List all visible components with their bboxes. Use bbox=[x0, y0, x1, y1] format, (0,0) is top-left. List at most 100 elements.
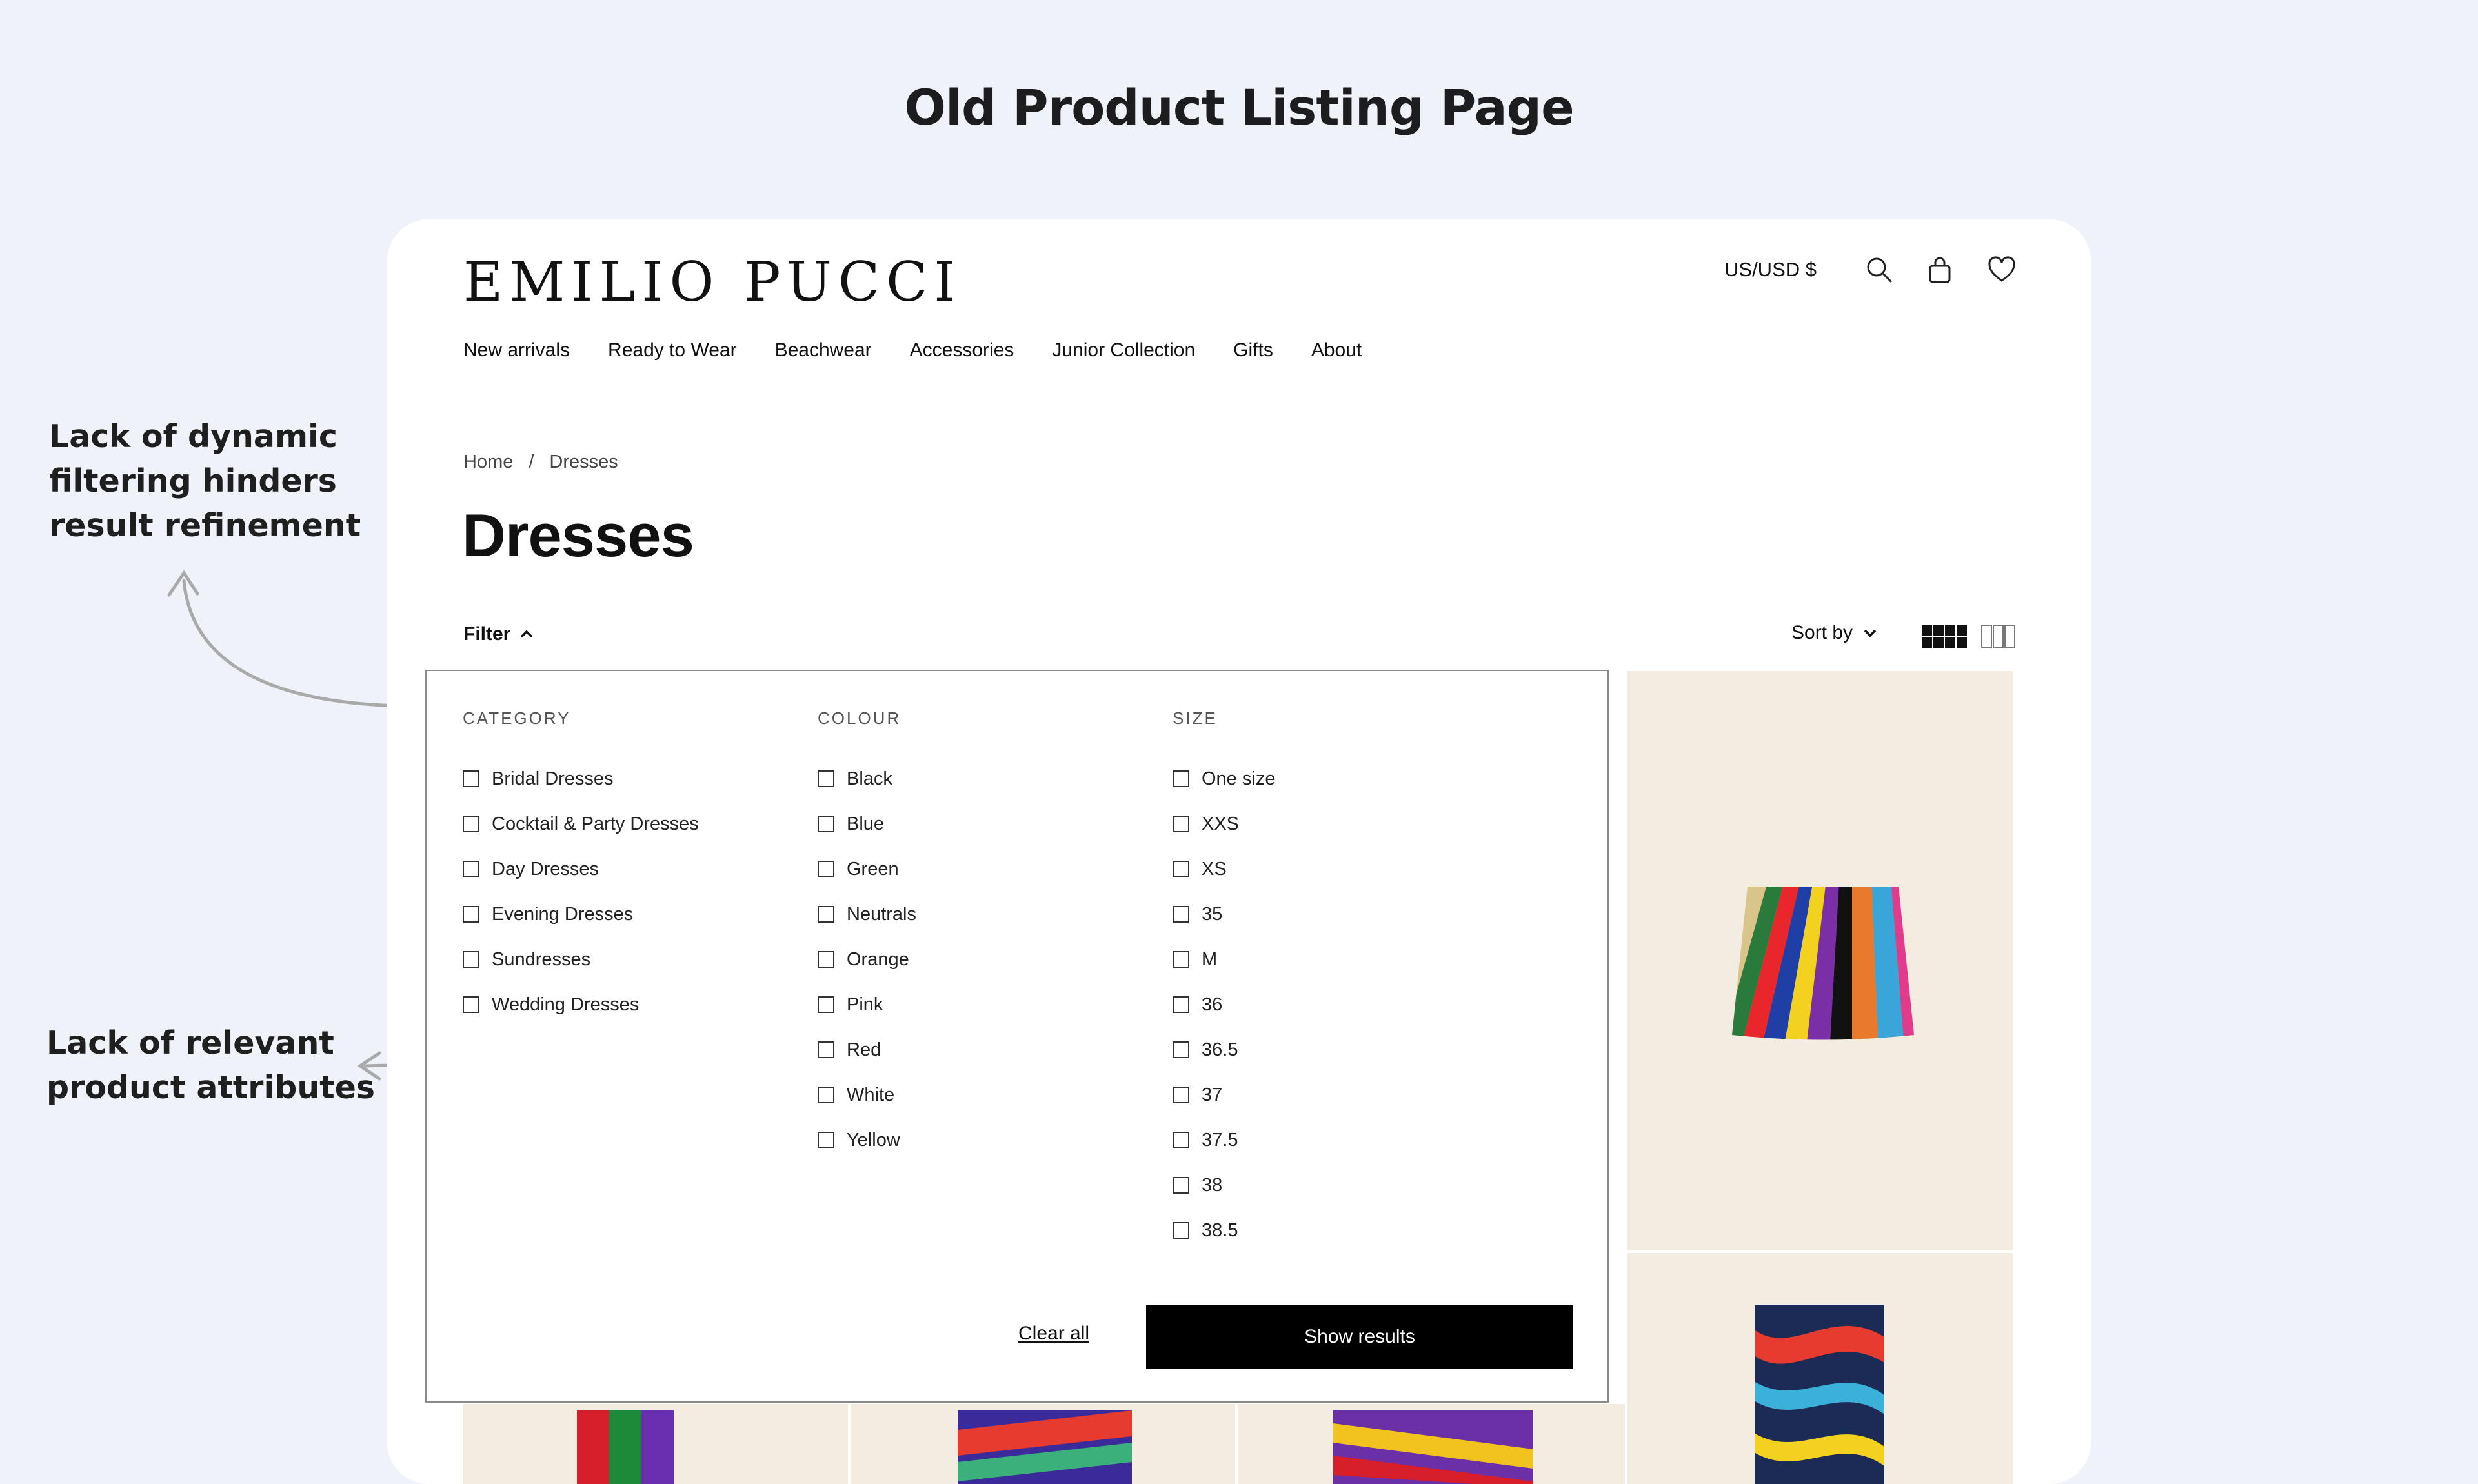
product-tile[interactable] bbox=[1627, 1253, 2013, 1484]
checkbox[interactable] bbox=[463, 906, 479, 923]
checkbox[interactable] bbox=[1173, 861, 1189, 877]
checkbox[interactable] bbox=[1173, 1087, 1189, 1103]
checkbox[interactable] bbox=[818, 1087, 834, 1103]
filter-panel: CATEGORY Bridal Dresses Cocktail & Party… bbox=[425, 670, 1609, 1403]
product-tile[interactable] bbox=[1238, 1404, 1625, 1484]
filter-option-label: 37.5 bbox=[1202, 1129, 1238, 1150]
nav-new-arrivals[interactable]: New arrivals bbox=[463, 339, 570, 361]
filter-option[interactable]: 37 bbox=[1173, 1072, 1275, 1118]
browser-card: EMILIO PUCCI US/USD $ New arrivals Ready… bbox=[387, 219, 2091, 1484]
filter-option[interactable]: 36.5 bbox=[1173, 1027, 1275, 1072]
filter-option[interactable]: Blue bbox=[818, 801, 916, 847]
filter-category: CATEGORY Bridal Dresses Cocktail & Party… bbox=[463, 708, 699, 1027]
filter-option[interactable]: Cocktail & Party Dresses bbox=[463, 801, 699, 847]
filter-options-size[interactable]: One size XXS XS 35 M 36 36.5 37 37.5 38 … bbox=[1173, 756, 1275, 1247]
product-tile[interactable] bbox=[463, 1404, 848, 1484]
filter-option[interactable]: 37.5 bbox=[1173, 1118, 1275, 1163]
filter-option-label: Green bbox=[847, 858, 899, 879]
checkbox[interactable] bbox=[1173, 1177, 1189, 1194]
locale-selector[interactable]: US/USD $ bbox=[1724, 258, 1817, 281]
checkbox[interactable] bbox=[818, 906, 834, 923]
checkbox[interactable] bbox=[1173, 1132, 1189, 1148]
chevron-up-icon bbox=[521, 630, 533, 638]
filter-option[interactable]: XS bbox=[1173, 847, 1275, 892]
filter-option[interactable]: XXS bbox=[1173, 801, 1275, 847]
checkbox[interactable] bbox=[818, 861, 834, 877]
product-image-skirt bbox=[1732, 887, 1914, 1040]
filter-option[interactable]: 35 bbox=[1173, 892, 1275, 937]
filter-option[interactable]: Sundresses bbox=[463, 937, 699, 982]
checkbox[interactable] bbox=[818, 1132, 834, 1148]
filter-option-label: White bbox=[847, 1084, 895, 1105]
filter-option[interactable]: Wedding Dresses bbox=[463, 982, 699, 1027]
checkbox[interactable] bbox=[818, 951, 834, 968]
checkbox[interactable] bbox=[818, 996, 834, 1013]
checkbox[interactable] bbox=[463, 861, 479, 877]
checkbox[interactable] bbox=[463, 996, 479, 1013]
brand-logo[interactable]: EMILIO PUCCI bbox=[463, 250, 962, 314]
filter-option-label: Neutrals bbox=[847, 903, 916, 925]
checkbox[interactable] bbox=[1173, 1222, 1189, 1239]
checkbox[interactable] bbox=[1173, 770, 1189, 787]
heart-icon[interactable] bbox=[1986, 254, 2017, 285]
nav-beachwear[interactable]: Beachwear bbox=[775, 339, 872, 361]
nav-junior-collection[interactable]: Junior Collection bbox=[1052, 339, 1195, 361]
checkbox[interactable] bbox=[1173, 1041, 1189, 1058]
bag-icon[interactable] bbox=[1924, 254, 1955, 285]
filter-option[interactable]: Day Dresses bbox=[463, 847, 699, 892]
filter-toggle[interactable]: Filter bbox=[463, 623, 535, 645]
show-results-button[interactable]: Show results bbox=[1146, 1305, 1573, 1369]
checkbox[interactable] bbox=[818, 1041, 834, 1058]
filter-option-label: M bbox=[1202, 948, 1218, 970]
connector-arrow-1 bbox=[182, 579, 403, 708]
filter-option[interactable]: 38 bbox=[1173, 1163, 1275, 1208]
product-tile[interactable] bbox=[1627, 671, 2013, 1250]
filter-option-label: 38 bbox=[1202, 1174, 1223, 1196]
product-tile[interactable] bbox=[851, 1404, 1235, 1484]
search-icon[interactable] bbox=[1864, 254, 1895, 285]
breadcrumb-current: Dresses bbox=[549, 452, 618, 472]
filter-option[interactable]: Orange bbox=[818, 937, 916, 982]
nav-gifts[interactable]: Gifts bbox=[1233, 339, 1273, 361]
filter-option[interactable]: 36 bbox=[1173, 982, 1275, 1027]
filter-heading-category: CATEGORY bbox=[463, 708, 571, 728]
sort-by-dropdown[interactable]: Sort by bbox=[1791, 622, 1879, 644]
clear-all-link[interactable]: Clear all bbox=[1018, 1323, 1089, 1345]
nav-ready-to-wear[interactable]: Ready to Wear bbox=[608, 339, 737, 361]
filter-option[interactable]: Black bbox=[818, 756, 916, 801]
filter-option[interactable]: Bridal Dresses bbox=[463, 756, 699, 801]
breadcrumb: Home / Dresses bbox=[463, 452, 618, 473]
filter-option[interactable]: Pink bbox=[818, 982, 916, 1027]
filter-option[interactable]: Green bbox=[818, 847, 916, 892]
checkbox[interactable] bbox=[463, 816, 479, 832]
filter-option[interactable]: 38.5 bbox=[1173, 1208, 1275, 1247]
filter-option[interactable]: Yellow bbox=[818, 1118, 916, 1163]
checkbox[interactable] bbox=[1173, 951, 1189, 968]
filter-option-label: Bridal Dresses bbox=[492, 768, 614, 789]
filter-option[interactable]: Red bbox=[818, 1027, 916, 1072]
filter-option[interactable]: M bbox=[1173, 937, 1275, 982]
checkbox[interactable] bbox=[818, 770, 834, 787]
nav-about[interactable]: About bbox=[1311, 339, 1362, 361]
filter-option[interactable]: Neutrals bbox=[818, 892, 916, 937]
checkbox[interactable] bbox=[1173, 816, 1189, 832]
filter-option[interactable]: White bbox=[818, 1072, 916, 1118]
checkbox[interactable] bbox=[463, 770, 479, 787]
product-image-dress bbox=[577, 1410, 674, 1484]
breadcrumb-home[interactable]: Home bbox=[463, 452, 513, 472]
filter-option[interactable]: Evening Dresses bbox=[463, 892, 699, 937]
filter-option-label: One size bbox=[1202, 768, 1276, 789]
checkbox[interactable] bbox=[463, 951, 479, 968]
filter-option[interactable]: One size bbox=[1173, 756, 1275, 801]
chevron-down-icon bbox=[1864, 629, 1877, 637]
filter-size: SIZE One size XXS XS 35 M 36 36.5 37 37.… bbox=[1173, 708, 1275, 1247]
checkbox[interactable] bbox=[818, 816, 834, 832]
filter-option-label: 38.5 bbox=[1202, 1219, 1238, 1241]
checkbox[interactable] bbox=[1173, 906, 1189, 923]
product-image-dress bbox=[1755, 1305, 1884, 1484]
filter-option-label: 35 bbox=[1202, 903, 1223, 925]
nav-accessories[interactable]: Accessories bbox=[910, 339, 1014, 361]
grid-4-icon[interactable] bbox=[1922, 625, 1968, 649]
checkbox[interactable] bbox=[1173, 996, 1189, 1013]
grid-3-icon[interactable] bbox=[1981, 625, 2016, 649]
